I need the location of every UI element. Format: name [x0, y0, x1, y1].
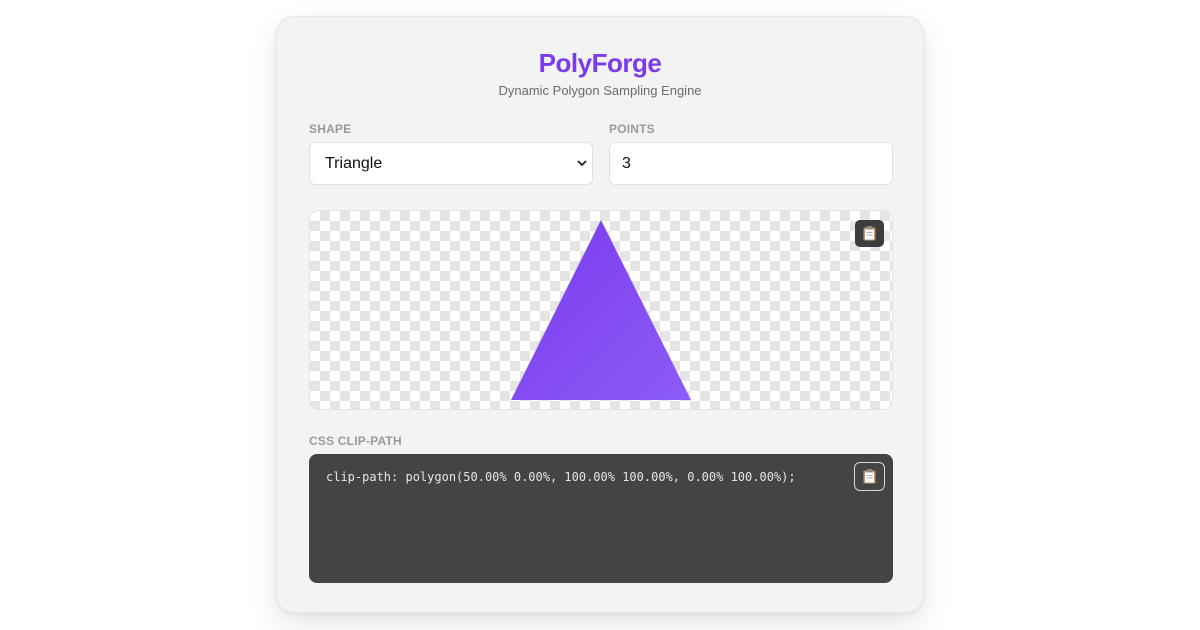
copy-preview-button[interactable]: [855, 220, 884, 247]
shape-preview: [309, 210, 893, 410]
chevron-down-icon: [575, 143, 589, 184]
shape-select[interactable]: Triangle: [309, 142, 593, 185]
polygon-shape: [511, 220, 691, 400]
copy-css-button[interactable]: [854, 462, 885, 491]
css-code-output: clip-path: polygon(50.00% 0.00%, 100.00%…: [309, 454, 893, 583]
main-card: PolyForge Dynamic Polygon Sampling Engin…: [276, 16, 924, 613]
css-output-label: CSS CLIP-PATH: [309, 434, 402, 448]
clipboard-icon: [863, 226, 876, 241]
points-label: POINTS: [609, 122, 655, 136]
shape-label: SHAPE: [309, 122, 352, 136]
app-title: PolyForge: [538, 48, 662, 78]
points-input[interactable]: 3: [609, 142, 893, 185]
shape-select-value: Triangle: [325, 155, 383, 172]
app-subtitle: Dynamic Polygon Sampling Engine: [498, 83, 702, 98]
clipboard-icon: [863, 469, 876, 484]
css-code-text: clip-path: polygon(50.00% 0.00%, 100.00%…: [326, 470, 796, 484]
